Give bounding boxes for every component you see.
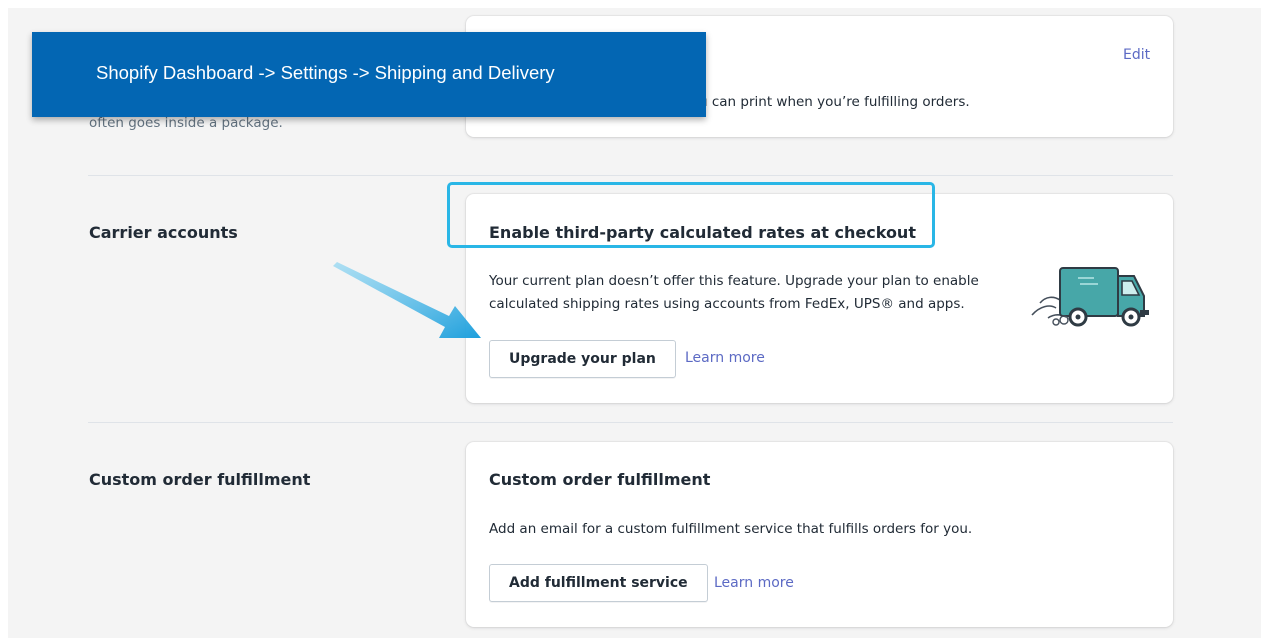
carrier-accounts-title: Carrier accounts [89,223,238,242]
custom-fulfillment-card-title: Custom order fulfillment [489,470,711,489]
highlight-box [447,182,935,248]
delivery-truck-icon [1031,267,1149,327]
top-card-text: u can print when you’re fulfilling order… [699,94,970,110]
edit-link[interactable]: Edit [1123,47,1150,63]
carrier-description-line2: calculated shipping rates using accounts… [489,296,965,312]
upgrade-plan-button[interactable]: Upgrade your plan [489,340,676,378]
section-divider [88,175,1173,176]
add-fulfillment-service-button[interactable]: Add fulfillment service [489,564,708,602]
carrier-description-line1: Your current plan doesn’t offer this fea… [489,273,979,289]
pointer-arrow-icon [333,262,481,338]
section-divider [88,422,1173,423]
top-section-description: often goes inside a package. [89,115,283,131]
banner-text: Shopify Dashboard -> Settings -> Shippin… [96,62,555,83]
carrier-learn-more-link[interactable]: Learn more [685,350,765,366]
custom-fulfillment-card: Custom order fulfillment Add an email fo… [466,442,1173,627]
custom-fulfillment-description: Add an email for a custom fulfillment se… [489,521,973,537]
custom-fulfillment-learn-more-link[interactable]: Learn more [714,575,794,591]
navigation-banner: Shopify Dashboard -> Settings -> Shippin… [32,32,706,117]
custom-fulfillment-section-title: Custom order fulfillment [89,470,311,489]
